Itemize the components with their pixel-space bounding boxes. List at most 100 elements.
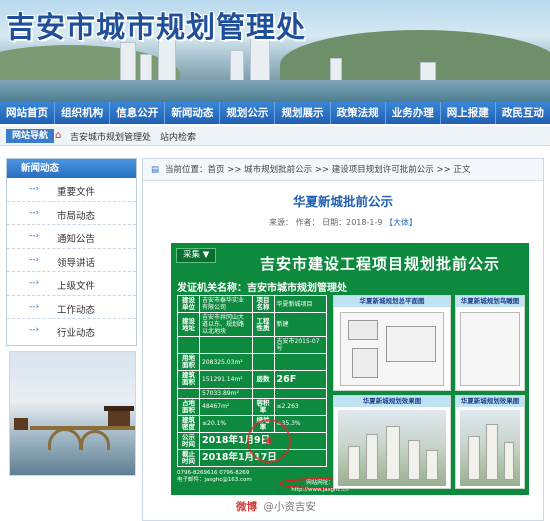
article-meta: 来源： 作者： 日期：2018-1-9 【大体】	[143, 217, 543, 228]
article-title: 华夏新城批前公示	[292, 194, 393, 209]
pavilion-roof	[104, 406, 134, 411]
panel-title: 华夏新城规划鸟瞰图	[456, 296, 524, 307]
site-plan-panel: 华夏新城规划总平面图	[333, 295, 451, 391]
tower	[486, 424, 498, 480]
table-key	[251, 353, 275, 372]
site-plan-block	[348, 320, 378, 340]
arrow-icon: --›	[29, 184, 40, 194]
sidebar: 新闻动态 --› 重要文件 --› 市局动态 --› 通知公告 --› 领导讲话 --›…	[6, 158, 137, 346]
sidebar-item-label: 工作动态	[57, 304, 96, 316]
site-nav-tag: 网站导航	[6, 129, 55, 143]
aerial-view-panel: 华夏新城规划鸟瞰图	[455, 295, 525, 391]
table-key: 项目名称	[251, 294, 275, 314]
bridge-arch	[48, 428, 82, 450]
table-value: 151291.14m²	[199, 370, 253, 389]
table-key	[251, 387, 275, 399]
arrow-icon: --›	[29, 254, 40, 265]
home-icon[interactable]: ⌂	[55, 130, 61, 141]
nav-item-organization[interactable]: 组织机构	[55, 102, 111, 124]
table-key: 占地面积	[177, 397, 200, 416]
location-text[interactable]: 当前位置：首页 >> 城市规划批前公示 >> 建设项目规划许可批前公示 >> 正…	[165, 165, 470, 175]
location-breadcrumb: ▤ 当前位置：首页 >> 城市规划批前公示 >> 建设项目规划许可批前公示 >>…	[143, 159, 543, 181]
weibo-watermark: 微博 @小资吉安	[236, 499, 316, 514]
table-value: 208325.03m²	[199, 353, 253, 372]
collect-button[interactable]: 采集 ▼	[176, 248, 217, 263]
pavilion	[14, 418, 28, 430]
site-nav-bar: 网站导航 ⌂ 吉安城市规划管理处 站内检索	[0, 126, 550, 146]
tower	[408, 440, 420, 480]
nav-item-home[interactable]: 网站首页	[0, 102, 56, 124]
bridge-deck	[30, 426, 135, 430]
nav-item-policies[interactable]: 政策法规	[331, 102, 386, 124]
table-key: 容积率	[251, 397, 275, 416]
sidebar-item-work-news[interactable]: --› 工作动态	[7, 296, 136, 319]
site-nav-links[interactable]: 吉安城市规划管理处 站内检索	[70, 130, 196, 143]
table-key	[251, 336, 275, 355]
sidebar-item-industry-news[interactable]: --› 行业动态	[7, 319, 136, 343]
site-title: 吉安市城市规划管理处	[6, 10, 307, 44]
table-value: 新建	[273, 312, 327, 338]
table-value	[273, 353, 327, 372]
sidebar-item-label: 市局动态	[57, 210, 96, 222]
notice-issuer: 发证机关名称：吉安市城市规划管理处	[177, 283, 347, 294]
arrow-icon: --›	[29, 278, 40, 288]
sidebar-heading: 新闻动态	[7, 159, 136, 178]
table-key	[177, 387, 200, 399]
sidebar-item-important-docs[interactable]: --› 重要文件	[7, 178, 136, 202]
main-content: ▤ 当前位置：首页 >> 城市规划批前公示 >> 建设项目规划许可批前公示 >>…	[142, 158, 544, 521]
sidebar-item-leader-speeches[interactable]: --› 领导讲话	[7, 249, 136, 272]
table-key: 层数	[251, 370, 275, 389]
table-value: ≤20.1%	[199, 414, 253, 433]
nav-item-news[interactable]: 新闻动态	[165, 102, 221, 124]
arrow-icon: --›	[29, 231, 40, 241]
sidebar-item-label: 上级文件	[57, 281, 96, 292]
sidebar-item-superior-docs[interactable]: --› 上级文件	[7, 272, 136, 296]
nav-item-info-disclosure[interactable]: 信息公开	[110, 102, 166, 124]
rendering-panel-1: 华夏新城规划效果图	[333, 395, 451, 489]
banner-river	[0, 80, 550, 102]
table-key: 用地面积	[177, 353, 200, 372]
pavilion	[108, 410, 130, 426]
nav-item-services[interactable]: 业务办理	[386, 102, 441, 124]
tower	[348, 446, 360, 480]
sidebar-item-label: 重要文件	[57, 187, 96, 198]
font-size-toggle[interactable]: 【大体】	[385, 218, 417, 227]
sidebar-item-label: 行业动态	[57, 328, 96, 339]
table-key: 建设地址	[177, 312, 200, 338]
table-row: 占地面积 48467m² 容积率 ≤2.263	[177, 397, 327, 416]
sidebar-item-label: 通知公告	[57, 234, 96, 245]
scenic-photo	[9, 351, 136, 476]
tower	[386, 426, 400, 480]
table-value: 57033.89m²	[199, 387, 253, 399]
table-value: 华夏新城项目	[273, 294, 327, 314]
rendering-image	[338, 410, 446, 486]
panel-title: 华夏新城规划总平面图	[334, 296, 450, 307]
notice-board-image: 采集 ▼ 吉安市建设工程项目规划批前公示 发证机关名称：吉安市城市规划管理处 建…	[171, 243, 529, 495]
nav-item-interaction[interactable]: 政民互动	[496, 102, 550, 124]
table-value: 26F	[273, 370, 327, 389]
table-key: 公示时间	[177, 431, 200, 450]
table-key: 工程性质	[251, 312, 275, 338]
weibo-handle: @小资吉安	[263, 501, 316, 513]
bridge-arch	[80, 430, 110, 450]
sidebar-item-announcements[interactable]: --› 通知公告	[7, 225, 136, 249]
rendering-image	[460, 410, 520, 486]
table-key: 建筑密度	[177, 414, 200, 433]
arrow-icon: --›	[29, 301, 40, 312]
panel-title: 华夏新城规划效果图	[334, 396, 450, 407]
tower	[504, 442, 514, 480]
nav-item-online-filing[interactable]: 网上报建	[441, 102, 496, 124]
table-value: 吉安市2015-07号	[273, 336, 327, 355]
weibo-icon: 微博	[236, 501, 257, 513]
nav-item-planning-display[interactable]: 规划展示	[275, 102, 331, 124]
panel-title: 华夏新城规划效果图	[456, 396, 524, 407]
table-row: 建设单位 吉安市泰华实业有限公司 项目名称 华夏新城项目	[177, 294, 327, 314]
sidebar-item-label: 领导讲话	[57, 257, 96, 269]
nav-item-planning-notice[interactable]: 规划公示	[220, 102, 276, 124]
table-row: 吉安市2015-07号	[177, 336, 327, 355]
notice-caption: 吉安市建设工程项目规划批前公示	[259, 255, 500, 273]
tower	[366, 434, 378, 480]
sidebar-item-bureau-news[interactable]: --› 市局动态	[7, 202, 136, 225]
table-key	[177, 336, 200, 355]
meta-source: 来源：	[269, 218, 294, 227]
